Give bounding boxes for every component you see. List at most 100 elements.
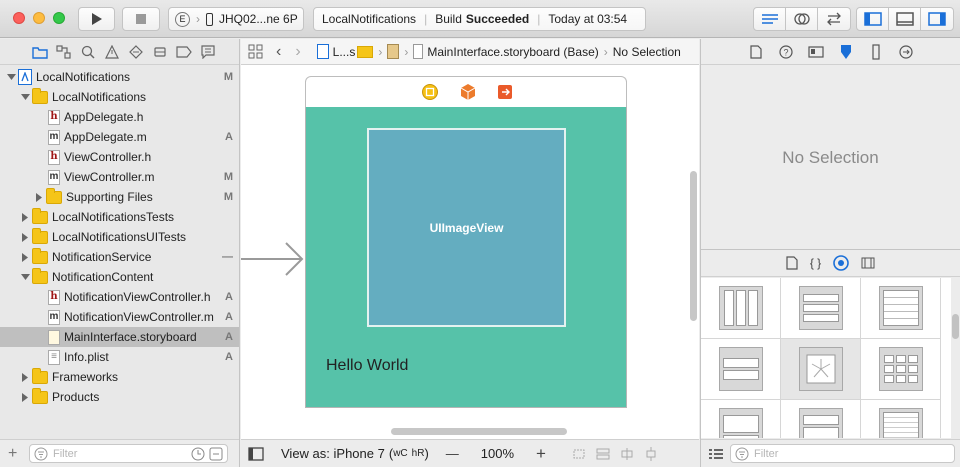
library-scrollbar[interactable] — [952, 314, 959, 339]
tree-item-file[interactable]: m AppDelegate.m A — [0, 127, 239, 147]
library-item[interactable] — [861, 400, 941, 438]
vertical-scrollbar[interactable] — [690, 171, 697, 321]
tree-item-file-selected[interactable]: MainInterface.storyboard A — [0, 327, 239, 347]
first-responder-icon[interactable] — [459, 83, 477, 101]
media-library-icon[interactable] — [861, 257, 875, 269]
library-item-image-view[interactable] — [781, 339, 861, 400]
standard-editor-button[interactable] — [754, 8, 786, 30]
clock-icon[interactable] — [191, 447, 205, 461]
tree-item-file[interactable]: m NotificationViewController.m A — [0, 307, 239, 327]
disclosure-right-icon[interactable] — [20, 392, 30, 402]
stop-button[interactable] — [122, 7, 160, 31]
back-arrow-icon[interactable]: ‹ — [276, 43, 281, 61]
disclosure-right-icon[interactable] — [34, 192, 44, 202]
breadcrumb-selection[interactable]: No Selection — [613, 45, 681, 59]
panel-toggle-group — [856, 7, 954, 31]
library-filter-input[interactable]: Filter — [730, 444, 955, 463]
tree-item-label: LocalNotificationsTests — [52, 210, 175, 224]
disclosure-right-icon[interactable] — [20, 252, 30, 262]
library-item[interactable] — [701, 278, 781, 339]
library-item[interactable] — [701, 339, 781, 400]
navigator-filter-input[interactable]: Filter — [29, 444, 228, 463]
close-window-button[interactable] — [13, 12, 25, 24]
search-icon[interactable] — [76, 42, 100, 62]
quick-help-icon[interactable]: ? — [774, 42, 798, 62]
zoom-window-button[interactable] — [53, 12, 65, 24]
document-outline-icon[interactable] — [248, 446, 264, 461]
warning-icon[interactable] — [100, 42, 124, 62]
disclosure-down-icon[interactable] — [20, 92, 30, 102]
scheme-selector[interactable]: E › JHQ02...ne 6P — [168, 7, 304, 31]
file-template-icon[interactable] — [786, 256, 798, 270]
folder-nav-icon[interactable] — [28, 42, 52, 62]
test-diamond-icon[interactable] — [124, 42, 148, 62]
view-as-label[interactable]: View as: iPhone 7 — [281, 446, 385, 461]
code-snippet-icon[interactable]: { } — [810, 256, 821, 270]
toggle-navigator-button[interactable] — [857, 8, 889, 30]
image-view[interactable]: UIImageView — [367, 128, 566, 327]
disclosure-right-icon[interactable] — [20, 232, 30, 242]
connections-inspector-icon[interactable] — [894, 42, 918, 62]
forward-arrow-icon[interactable]: › — [295, 43, 300, 61]
align-icon[interactable] — [619, 447, 635, 461]
breadcrumb-file[interactable]: MainInterface.storyboard (Base) — [427, 45, 598, 59]
symbol-nav-icon[interactable] — [52, 42, 76, 62]
library-item[interactable] — [781, 278, 861, 339]
add-icon[interactable]: + — [8, 445, 17, 463]
pin-icon[interactable] — [643, 446, 659, 461]
library-item[interactable] — [861, 278, 941, 339]
assistant-editor-button[interactable] — [786, 8, 818, 30]
tree-item-label: LocalNotifications — [52, 90, 147, 104]
breakpoint-icon[interactable] — [172, 42, 196, 62]
object-library-icon[interactable] — [833, 255, 849, 271]
zoom-in-button[interactable]: + — [536, 444, 546, 464]
debug-icon[interactable] — [148, 42, 172, 62]
tree-item-file[interactable]: h AppDelegate.h — [0, 107, 239, 127]
view-controller-icon[interactable] — [421, 83, 439, 101]
scm-filter-icon[interactable] — [209, 447, 223, 461]
storyboard-canvas[interactable]: UIImageView Hello World — [241, 66, 699, 438]
stack-icon[interactable] — [595, 447, 611, 461]
library-item[interactable] — [781, 400, 861, 438]
toggle-debug-area-button[interactable] — [889, 8, 921, 30]
tree-item-group[interactable]: LocalNotifications — [0, 87, 239, 107]
attributes-inspector-icon[interactable] — [834, 42, 858, 62]
tree-item-group[interactable]: LocalNotificationsTests — [0, 207, 239, 227]
size-inspector-icon[interactable] — [864, 42, 888, 62]
tree-item-file[interactable]: h ViewController.h — [0, 147, 239, 167]
disclosure-right-icon[interactable] — [20, 372, 30, 382]
version-editor-button[interactable] — [818, 8, 850, 30]
library-item[interactable] — [861, 339, 941, 400]
report-icon[interactable] — [196, 42, 220, 62]
library-item[interactable] — [701, 400, 781, 438]
exit-icon[interactable] — [496, 83, 514, 101]
tree-item-group[interactable]: LocalNotificationsUITests — [0, 227, 239, 247]
run-button[interactable] — [78, 7, 115, 31]
tree-item-file[interactable]: h NotificationViewController.h A — [0, 287, 239, 307]
minimize-window-button[interactable] — [33, 12, 45, 24]
related-items-icon[interactable] — [248, 44, 264, 60]
file-inspector-icon[interactable] — [744, 42, 768, 62]
navigator-filter-bar: + Filter — [0, 439, 239, 467]
tree-item-group[interactable]: Frameworks — [0, 367, 239, 387]
tree-item-group[interactable]: Supporting Files M — [0, 187, 239, 207]
tree-item-file[interactable]: ≡ Info.plist A — [0, 347, 239, 367]
identity-inspector-icon[interactable] — [804, 42, 828, 62]
view-controller-scene[interactable]: UIImageView Hello World — [305, 107, 627, 408]
tree-item-group[interactable]: Products — [0, 387, 239, 407]
disclosure-down-icon[interactable] — [6, 72, 16, 82]
hello-world-label[interactable]: Hello World — [326, 357, 408, 375]
list-view-icon[interactable] — [709, 448, 723, 460]
breadcrumb-project[interactable]: L...s — [333, 45, 356, 59]
disclosure-right-icon[interactable] — [20, 212, 30, 222]
update-frames-icon[interactable] — [571, 447, 587, 461]
tree-item-group[interactable]: NotificationService — — [0, 247, 239, 267]
tree-item-group[interactable]: NotificationContent — [0, 267, 239, 287]
entry-point-arrow[interactable] — [241, 241, 305, 277]
zoom-out-button[interactable]: — — [446, 446, 459, 461]
tree-item-file[interactable]: m ViewController.m M — [0, 167, 239, 187]
disclosure-down-icon[interactable] — [20, 272, 30, 282]
toggle-inspector-button[interactable] — [921, 8, 953, 30]
horizontal-scrollbar[interactable] — [391, 428, 567, 435]
tree-item-project[interactable]: LocalNotifications M — [0, 67, 239, 87]
